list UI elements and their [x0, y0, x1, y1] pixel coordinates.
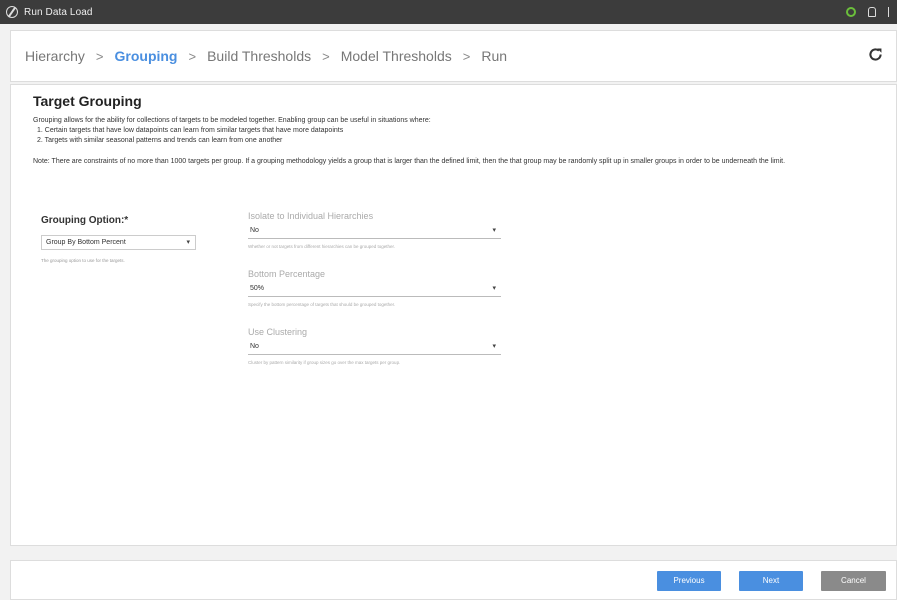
wizard-steps-bar: Hierarchy > Grouping > Build Thresholds …	[10, 30, 897, 82]
isolate-label: Isolate to Individual Hierarchies	[248, 211, 374, 221]
isolate-help: Whether or not targets from different hi…	[248, 244, 396, 249]
step-hierarchy[interactable]: Hierarchy	[23, 48, 87, 64]
step-model-thresholds[interactable]: Model Thresholds	[339, 48, 454, 64]
use-clustering-value: No	[250, 343, 259, 350]
page-title: Target Grouping	[33, 93, 142, 109]
status-circle-icon[interactable]	[846, 7, 856, 17]
use-clustering-label: Use Clustering	[248, 327, 308, 337]
description: Grouping allows for the ability for coll…	[33, 116, 893, 146]
main-panel: Target Grouping Grouping allows for the …	[10, 84, 897, 546]
step-separator: >	[462, 48, 471, 64]
cancel-button[interactable]: Cancel	[821, 571, 886, 591]
app-logo-icon	[6, 6, 18, 18]
chevron-down-icon: ▾	[186, 239, 190, 246]
grouping-option-select[interactable]: Group By Bottom Percent ▾	[41, 235, 196, 250]
bottom-percentage-label: Bottom Percentage	[248, 269, 326, 279]
next-button[interactable]: Next	[739, 571, 803, 591]
chevron-down-icon: ▾	[492, 285, 496, 292]
previous-button[interactable]: Previous	[657, 571, 721, 591]
grouping-option-label: Grouping Option:*	[41, 215, 129, 226]
step-separator: >	[322, 48, 330, 64]
bell-icon[interactable]	[868, 7, 876, 17]
bottom-percentage-help: Specify the bottom percentage of targets…	[248, 302, 396, 307]
footer-bar: Previous Next Cancel	[10, 560, 897, 600]
step-build-thresholds[interactable]: Build Thresholds	[205, 48, 313, 64]
step-run[interactable]: Run	[479, 48, 509, 64]
note-text: Note: There are constraints of no more t…	[33, 158, 786, 165]
description-point: 2. Targets with similar seasonal pattern…	[37, 137, 283, 144]
step-separator: >	[95, 48, 104, 64]
title-bar: Run Data Load	[0, 0, 897, 24]
use-clustering-select[interactable]: No ▾	[248, 341, 501, 355]
window-title: Run Data Load	[24, 6, 93, 18]
breadcrumb: Hierarchy > Grouping > Build Thresholds …	[23, 48, 509, 64]
more-icon[interactable]	[888, 7, 891, 17]
chevron-down-icon: ▾	[492, 227, 496, 234]
window-controls	[846, 0, 891, 24]
step-grouping[interactable]: Grouping	[113, 48, 180, 64]
grouping-option-help: The grouping option to use for the targe…	[41, 258, 125, 263]
description-point: 1. Certain targets that have low datapoi…	[37, 127, 344, 134]
use-clustering-help: Cluster by pattern similarity if group s…	[248, 360, 401, 365]
bottom-percentage-value: 50%	[250, 285, 265, 292]
refresh-icon[interactable]	[867, 46, 884, 63]
isolate-value: No	[250, 227, 259, 234]
bottom-percentage-select[interactable]: 50% ▾	[248, 283, 501, 297]
description-intro: Grouping allows for the ability for coll…	[33, 117, 431, 124]
step-separator: >	[188, 48, 197, 64]
grouping-option-value: Group By Bottom Percent	[46, 239, 126, 246]
isolate-select[interactable]: No ▾	[248, 225, 501, 239]
chevron-down-icon: ▾	[492, 343, 496, 350]
